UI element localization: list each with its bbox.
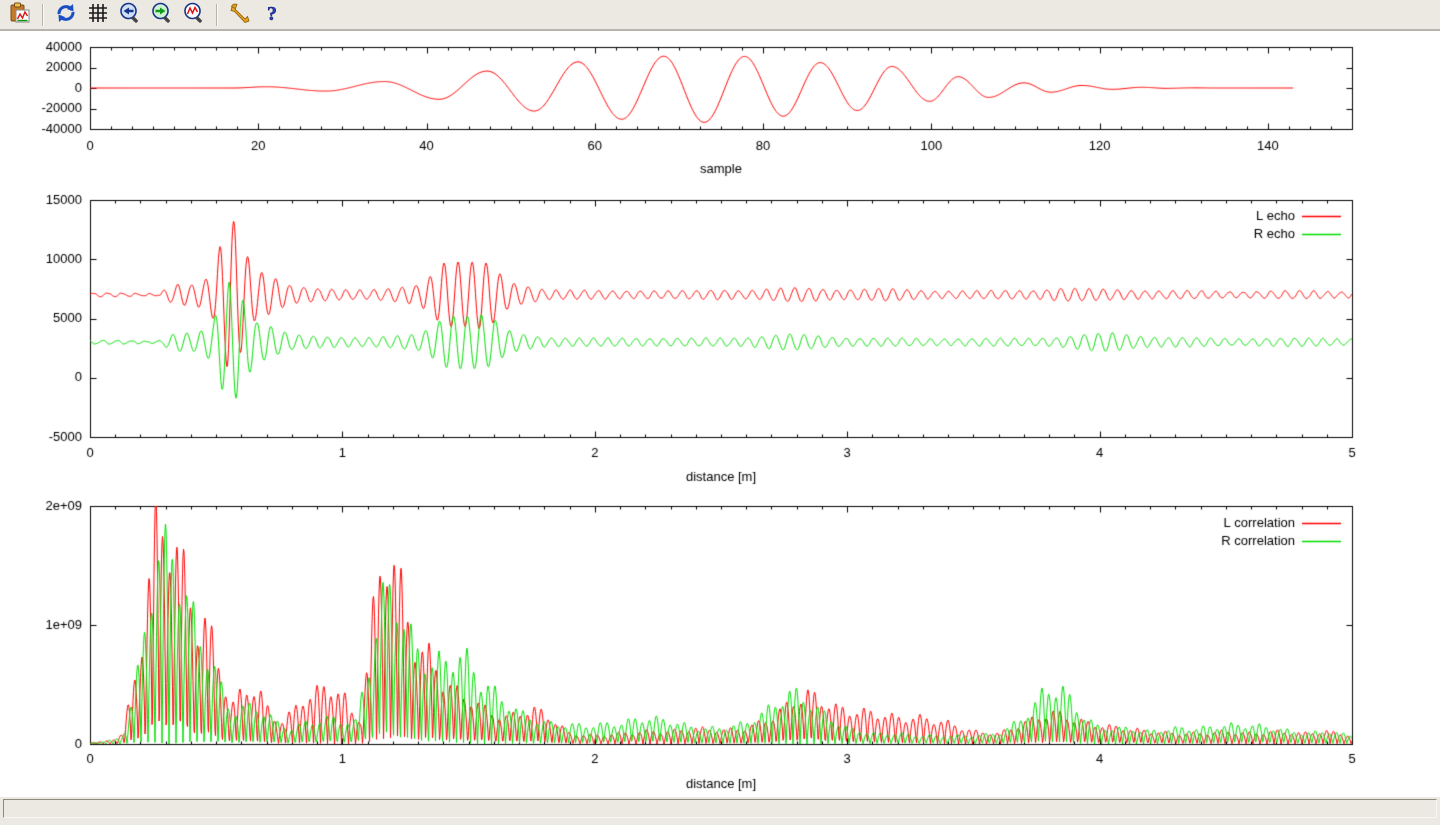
svg-text:?: ? [267,3,277,25]
zoom-next-button[interactable] [148,2,176,28]
statusbar-area [0,797,1440,825]
autoscale-button[interactable] [180,2,208,28]
toolbar: ? [0,0,1440,31]
grid-icon [86,1,110,28]
toolbar-separator [42,4,44,26]
status-bar [3,799,1437,818]
zoom-previous-button[interactable] [116,2,144,28]
magnifier-right-arrow-icon [150,1,174,28]
replot-button[interactable] [52,2,80,28]
question-mark-icon: ? [260,1,284,28]
configure-button[interactable] [226,2,254,28]
wrench-icon [228,1,252,28]
grid-button[interactable] [84,2,112,28]
toolbar-separator [216,4,218,26]
gnuplot-window: ? [0,0,1440,825]
magnifier-left-arrow-icon [118,1,142,28]
refresh-icon [54,1,78,28]
clipboard-plot-icon [8,1,32,28]
magnifier-plot-icon [182,1,206,28]
plot-canvas[interactable] [0,31,1440,797]
plot-area [0,31,1440,797]
help-button[interactable]: ? [258,2,286,28]
copy-to-clipboard-button[interactable] [6,2,34,28]
